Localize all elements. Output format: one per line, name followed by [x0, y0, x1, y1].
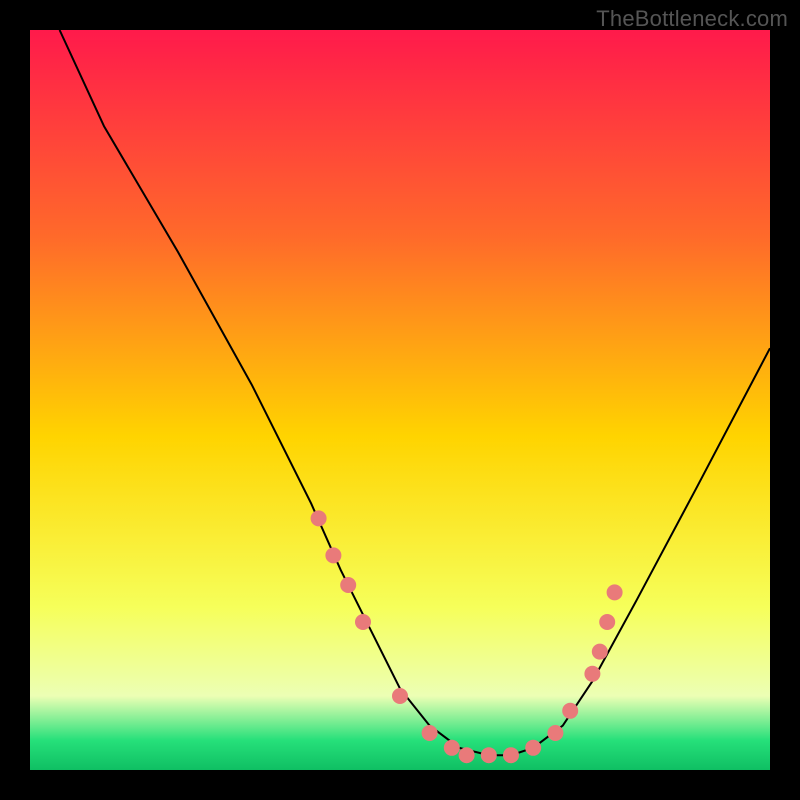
highlight-dot	[311, 510, 327, 526]
highlight-dot	[562, 703, 578, 719]
highlight-dot	[459, 747, 475, 763]
gradient-background	[30, 30, 770, 770]
highlight-dot	[584, 666, 600, 682]
highlight-dot	[444, 740, 460, 756]
highlight-dot	[599, 614, 615, 630]
highlight-dot	[325, 547, 341, 563]
highlight-dot	[422, 725, 438, 741]
highlight-dot	[607, 584, 623, 600]
highlight-dot	[481, 747, 497, 763]
highlight-dot	[503, 747, 519, 763]
highlight-dot	[392, 688, 408, 704]
highlight-dot	[340, 577, 356, 593]
highlight-dot	[547, 725, 563, 741]
highlight-dot	[592, 644, 608, 660]
watermark-label: TheBottleneck.com	[596, 6, 788, 32]
bottleneck-chart	[0, 0, 800, 800]
highlight-dot	[525, 740, 541, 756]
highlight-dot	[355, 614, 371, 630]
chart-frame: TheBottleneck.com	[0, 0, 800, 800]
